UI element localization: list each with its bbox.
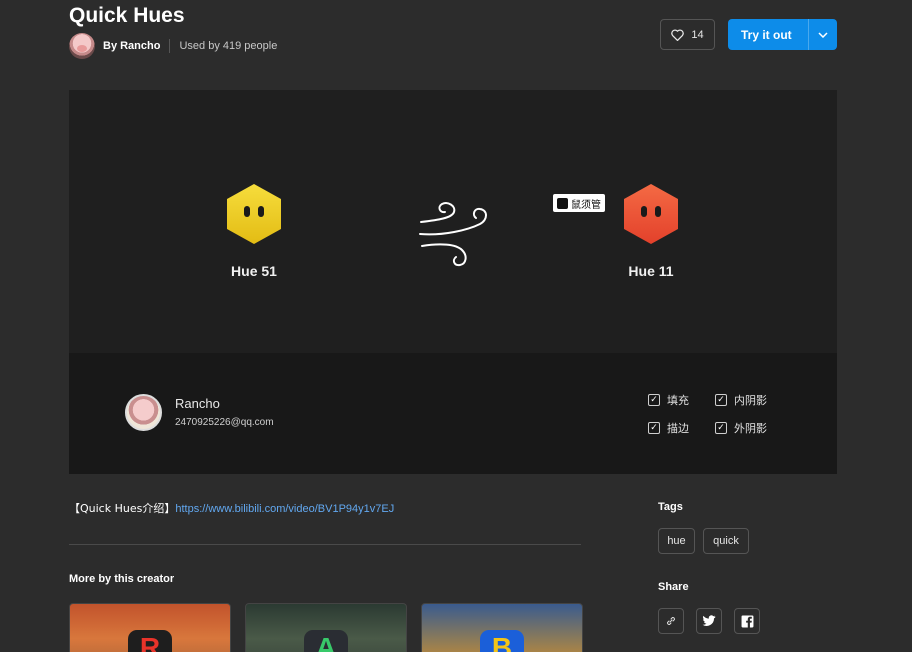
facebook-icon xyxy=(741,615,753,627)
creator-name: Rancho xyxy=(175,396,220,411)
wind-icon xyxy=(419,202,487,267)
tags-heading: Tags xyxy=(658,501,683,513)
share-facebook-button[interactable] xyxy=(734,608,760,634)
letter-a-icon: A xyxy=(304,630,348,652)
page-title: Quick Hues xyxy=(69,4,185,27)
link-icon xyxy=(667,617,675,625)
left-eye xyxy=(244,206,250,217)
chevron-down-icon xyxy=(818,31,828,38)
rime-icon xyxy=(557,197,568,209)
share-twitter-button[interactable] xyxy=(696,608,722,634)
heart-icon xyxy=(671,28,685,41)
letter-r-icon: R xyxy=(128,630,172,652)
check-icon: ✓ xyxy=(648,394,660,406)
like-count: 14 xyxy=(691,28,704,41)
option-fill: ✓ 填充 xyxy=(648,392,689,408)
creator-avatar xyxy=(125,394,162,431)
share-heading: Share xyxy=(658,581,689,593)
right-eye xyxy=(655,206,661,217)
option-stroke: ✓ 描边 xyxy=(648,420,689,436)
like-button[interactable]: 14 xyxy=(660,19,715,50)
section-divider xyxy=(69,544,581,545)
creator-plugin-card[interactable]: R xyxy=(69,603,231,652)
option-inner-shadow: ✓ 内阴影 xyxy=(715,392,767,408)
hue-11-face-icon xyxy=(624,184,678,244)
usage-count: Used by 419 people xyxy=(179,40,278,52)
share-link-button[interactable] xyxy=(658,608,684,634)
creator-email: 2470925226@qq.com xyxy=(175,417,274,428)
try-it-out-label: Try it out xyxy=(741,27,792,42)
tag-hue[interactable]: hue xyxy=(658,528,695,554)
rime-badge: 鼠须管 xyxy=(553,194,605,212)
tag-quick[interactable]: quick xyxy=(703,528,749,554)
check-icon: ✓ xyxy=(715,422,727,434)
hue-11-label: Hue 11 xyxy=(628,263,674,279)
creator-plugin-card[interactable]: B xyxy=(421,603,583,652)
description-link[interactable]: https://www.bilibili.com/video/BV1P94y1v… xyxy=(175,503,394,515)
plugin-preview: Hue 51 鼠须管 Hue 11 Rancho 2470925226@qq.c… xyxy=(69,90,837,474)
hue-51-label: Hue 51 xyxy=(231,263,277,279)
letter-b-icon: B xyxy=(480,630,524,652)
hue-51-face-icon xyxy=(227,184,281,244)
author-link[interactable]: By Rancho xyxy=(103,40,160,52)
author-byline: By Rancho Used by 419 people xyxy=(69,33,277,59)
creator-plugin-card[interactable]: A xyxy=(245,603,407,652)
more-by-creator-heading: More by this creator xyxy=(69,573,175,585)
left-eye xyxy=(641,206,647,217)
dropdown-toggle[interactable] xyxy=(809,31,837,38)
preview-footer: Rancho 2470925226@qq.com ✓ 填充 ✓ 内阴影 ✓ 描边… xyxy=(69,353,837,474)
description-prefix: 【Quick Hues介绍】 xyxy=(69,502,176,515)
twitter-icon xyxy=(702,615,716,626)
check-icon: ✓ xyxy=(715,394,727,406)
right-eye xyxy=(258,206,264,217)
option-drop-shadow: ✓ 外阴影 xyxy=(715,420,767,436)
try-it-out-button[interactable]: Try it out xyxy=(728,19,837,50)
check-icon: ✓ xyxy=(648,422,660,434)
author-avatar[interactable] xyxy=(69,33,95,59)
badge-text: 鼠须管 xyxy=(571,199,601,211)
description: 【Quick Hues介绍】https://www.bilibili.com/v… xyxy=(69,500,394,516)
byline-divider xyxy=(169,39,171,53)
